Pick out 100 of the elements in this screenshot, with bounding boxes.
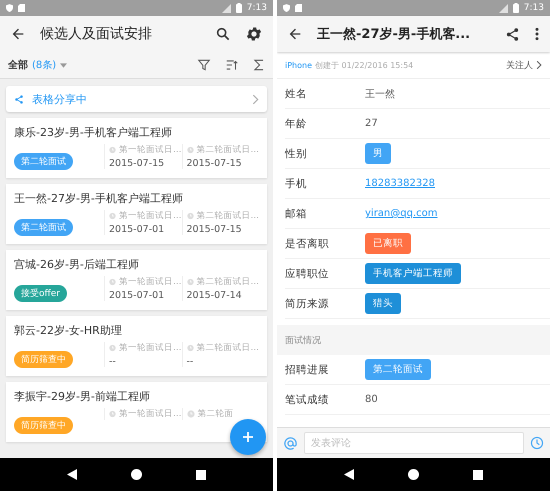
source-label: iPhone: [285, 60, 312, 70]
date-label: 第二轮面试日…: [196, 342, 259, 354]
battery-icon: [512, 3, 519, 13]
chevron-right-icon: [536, 60, 542, 70]
date-label: 第二轮面试日…: [196, 210, 259, 222]
candidate-title: 康乐-23岁-男-手机客户端工程师: [14, 125, 172, 140]
candidate-card[interactable]: 李振宇-29岁-男-前端工程师 简历筛查中 第一轮面试日… 第二轮面: [6, 382, 267, 442]
status-tag: 简历筛查中: [14, 351, 73, 368]
date-label: 第二轮面试日…: [196, 276, 259, 288]
field-label: 应聘职位: [285, 266, 330, 280]
date-label: 第一轮面试日…: [119, 408, 182, 420]
field-label: 年龄: [285, 116, 308, 130]
followers-link[interactable]: 关注人: [506, 58, 533, 72]
field-label: 手机: [285, 176, 308, 190]
back-icon[interactable]: [10, 26, 26, 42]
settings-icon[interactable]: [245, 25, 263, 43]
clock-icon: [109, 410, 116, 418]
date-label: 第一轮面试日…: [119, 210, 182, 222]
candidate-title: 王一然-27岁-男-手机客户端工程师: [14, 191, 183, 206]
clock-icon: [186, 146, 194, 154]
date-label: 第一轮面试日…: [119, 342, 182, 354]
status-tag: 简历筛查中: [14, 417, 73, 434]
clock-icon: [109, 278, 116, 286]
date-value: 2015-07-15: [186, 158, 243, 169]
date-value: --: [186, 356, 194, 367]
sum-icon[interactable]: [253, 58, 265, 72]
home-nav-icon[interactable]: [408, 469, 419, 480]
field-value: 27: [365, 118, 378, 129]
candidate-card[interactable]: 郭云-22岁-女-HR助理 简历筛查中 第一轮面试日… -- 第二轮面试日… --: [6, 316, 267, 376]
back-nav-icon[interactable]: [67, 469, 77, 480]
page-title: 候选人及面试安排: [40, 25, 153, 43]
status-tag: 第二轮面试: [14, 153, 73, 170]
shield-icon: [283, 4, 290, 12]
value-tag: 猎头: [365, 293, 401, 314]
back-icon[interactable]: [287, 26, 303, 42]
home-nav-icon[interactable]: [131, 469, 142, 480]
caret-icon: [60, 62, 68, 68]
date-label: 第一轮面试日…: [119, 276, 182, 288]
page-title: 王一然-27岁-男-手机客...: [317, 26, 472, 43]
candidate-title: 郭云-22岁-女-HR助理: [14, 323, 122, 338]
field-value: 王一然: [365, 88, 395, 100]
candidate-title: 李振宇-29岁-男-前端工程师: [14, 389, 150, 404]
search-icon[interactable]: [215, 26, 231, 42]
share-icon[interactable]: [505, 26, 520, 42]
sort-icon[interactable]: [225, 58, 239, 72]
value-tag: 已离职: [365, 233, 411, 254]
filter-icon[interactable]: [197, 58, 211, 72]
field-value: 80: [365, 394, 378, 405]
record-count: (8条): [32, 59, 56, 72]
filter-dropdown[interactable]: 全部: [8, 58, 28, 72]
signal-icon: [222, 4, 231, 12]
recents-nav-icon[interactable]: [473, 470, 483, 480]
more-icon[interactable]: [534, 26, 540, 42]
date-value: 2015-07-15: [109, 158, 166, 169]
field-label: 邮箱: [285, 206, 308, 220]
clock-icon: [186, 344, 194, 352]
plus-icon: [242, 431, 254, 443]
value-tag: 第二轮面试: [365, 359, 431, 380]
date-value: 2015-07-14: [186, 290, 243, 301]
date-label: 第二轮面试日…: [196, 144, 259, 156]
recents-nav-icon[interactable]: [196, 470, 206, 480]
share-icon: [14, 94, 24, 104]
back-nav-icon[interactable]: [344, 469, 354, 480]
battery-icon: [236, 3, 242, 13]
field-label: 招聘进展: [285, 362, 330, 376]
clock-icon: [109, 212, 116, 220]
clock-icon: [109, 146, 116, 154]
status-time: 7:13: [524, 3, 544, 13]
field-label: 性别: [285, 146, 308, 160]
add-button[interactable]: [230, 419, 266, 455]
shield-icon: [6, 4, 13, 12]
candidate-card[interactable]: 王一然-27岁-男-手机客户端工程师 第二轮面试 第一轮面试日… 2015-07-01 第二轮面试日… 2015-07-15: [6, 184, 267, 244]
status-time: 7:13: [246, 3, 267, 13]
candidate-card[interactable]: 康乐-23岁-男-手机客户端工程师 第二轮面试 第一轮面试日… 2015-07-15 第二轮面试日… 2015-07-15: [6, 118, 267, 178]
created-date: 创建于 01/22/2016 15:54: [315, 60, 414, 70]
date-value: 2015-07-01: [109, 290, 166, 301]
date-value: 2015-07-15: [186, 224, 243, 235]
section-header: 面试情况: [277, 325, 550, 355]
clock-icon: [186, 278, 194, 286]
candidate-title: 宫城-26岁-男-后端工程师: [14, 257, 139, 272]
field-label: 是否离职: [285, 236, 330, 250]
date-value: --: [109, 356, 117, 367]
field-label: 笔试成绩: [285, 392, 330, 406]
comment-field[interactable]: 发表评论: [304, 432, 524, 454]
status-tag: 第二轮面试: [14, 219, 73, 236]
clock-icon: [186, 410, 194, 418]
field-label: 姓名: [285, 86, 308, 100]
signal-icon: [498, 4, 508, 12]
candidate-card[interactable]: 宫城-26岁-男-后端工程师 接受offer 第一轮面试日… 2015-07-01 第二轮面试日… 2015-07-14: [6, 250, 267, 310]
sd-card-icon: [295, 4, 302, 12]
date-label: 第一轮面试日…: [119, 144, 182, 156]
field-label: 简历来源: [285, 296, 330, 310]
date-value: 2015-07-01: [109, 224, 166, 235]
sd-card-icon: [18, 4, 25, 12]
status-tag: 接受offer: [14, 285, 67, 302]
value-tag: 男: [365, 143, 391, 164]
chevron-right-icon: [252, 94, 259, 104]
date-label: 第二轮面: [198, 408, 234, 420]
clock-icon: [186, 212, 194, 220]
clock-icon: [109, 344, 116, 352]
